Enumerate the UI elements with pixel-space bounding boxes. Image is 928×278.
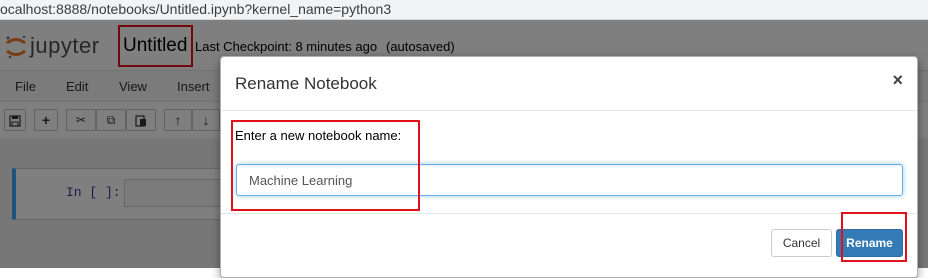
cancel-button[interactable]: Cancel <box>771 229 832 257</box>
close-icon[interactable]: × <box>892 70 903 91</box>
modal-title: Rename Notebook <box>235 74 377 93</box>
rename-button[interactable]: Rename <box>836 229 903 257</box>
browser-url-bar[interactable]: ocalhost:8888/notebooks/Untitled.ipynb?k… <box>0 0 928 20</box>
modal-body: Enter a new notebook name: <box>221 111 917 211</box>
notebook-name-label: Enter a new notebook name: <box>235 128 402 143</box>
notebook-name-input[interactable] <box>236 164 903 196</box>
modal-header: Rename Notebook × <box>221 57 917 111</box>
url-text[interactable]: ocalhost:8888/notebooks/Untitled.ipynb?k… <box>0 1 391 17</box>
